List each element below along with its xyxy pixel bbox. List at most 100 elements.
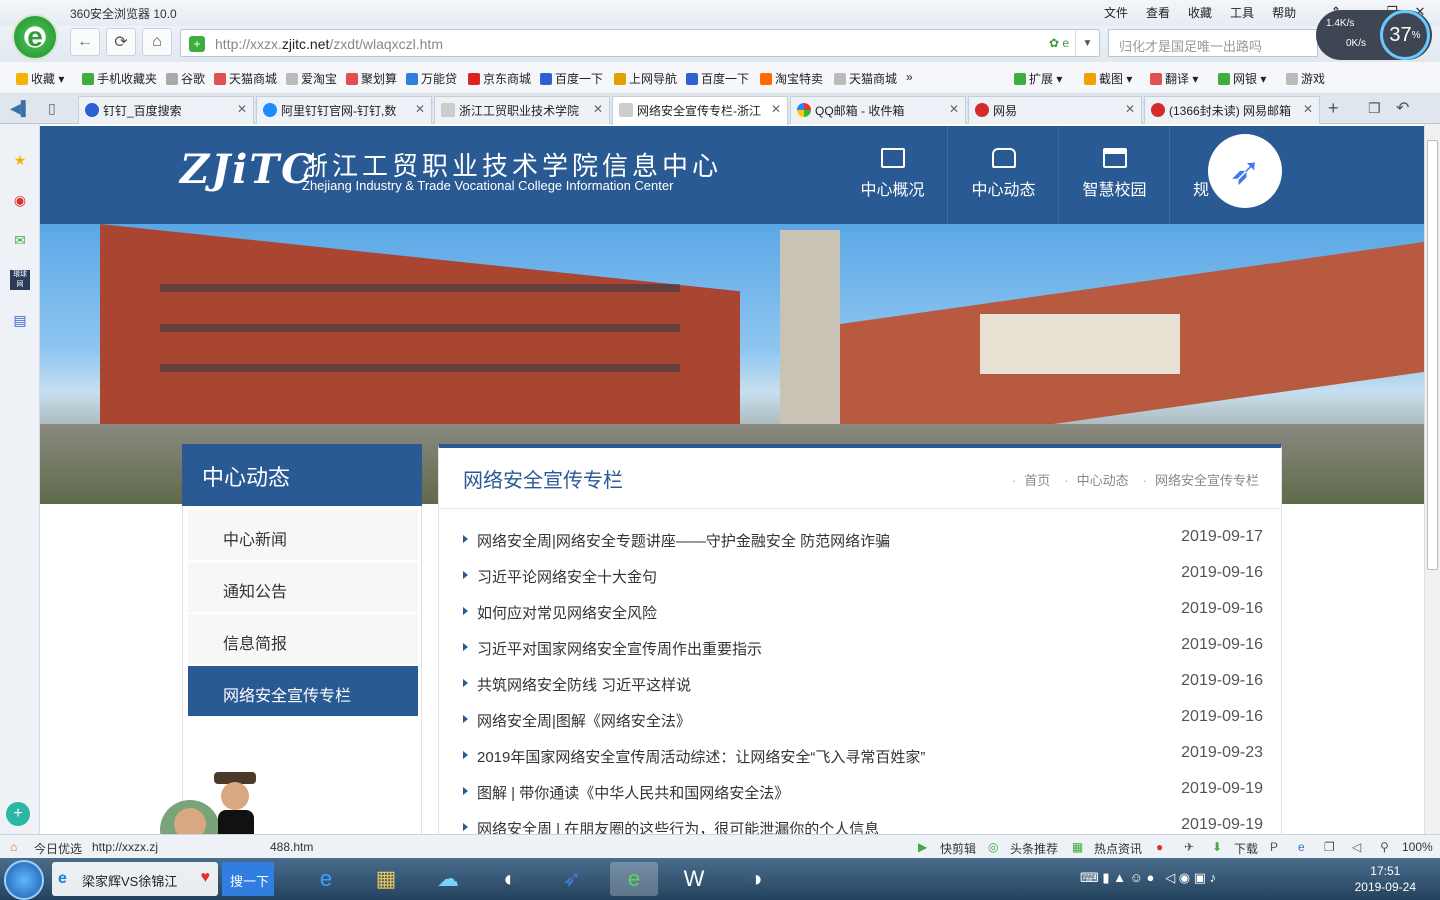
- dingtalk-taskbar-icon[interactable]: ➶: [548, 862, 596, 896]
- breadcrumb-news[interactable]: 中心动态: [1064, 470, 1129, 489]
- toolbar-screenshot[interactable]: 截图 ▾: [1084, 70, 1132, 87]
- address-bar[interactable]: + http://xxzx.zjitc.net/zxdt/wlaqxczl.ht…: [180, 29, 1100, 57]
- system-tray[interactable]: ⌨ ▮ ▲ ☺ ● ◁ ◉ ▣ ♪: [1080, 870, 1216, 886]
- article-row[interactable]: 网络安全周 | 在朋友圈的这些行为，很可能泄漏你的个人信息 2019-09-19: [463, 816, 1263, 834]
- tab-close-icon[interactable]: ✕: [415, 102, 425, 116]
- nav-news[interactable]: 中心动态: [949, 126, 1059, 224]
- page-scrollbar[interactable]: [1424, 124, 1440, 834]
- article-row[interactable]: 习近平对国家网络安全宣传周作出重要指示 2019-09-16: [463, 636, 1263, 660]
- left-nav-briefings[interactable]: 信息简报: [188, 614, 418, 664]
- dingtalk-floating-icon[interactable]: ➶: [1208, 134, 1282, 208]
- bookmark-hao123[interactable]: 上网导航: [614, 70, 677, 87]
- search-box[interactable]: 归化才是国足唯一出路吗: [1108, 29, 1318, 57]
- bookmark-google[interactable]: 谷歌: [166, 70, 205, 87]
- left-nav-cyber-security[interactable]: 网络安全宣传专栏: [188, 666, 418, 716]
- heart-icon[interactable]: ♥: [201, 869, 211, 887]
- tab-zjitc[interactable]: 浙江工贸职业技术学院 ✕: [434, 96, 610, 124]
- status-hot-news[interactable]: 热点资讯: [1094, 840, 1142, 857]
- menu-tools[interactable]: 工具: [1230, 4, 1254, 21]
- tab-close-icon[interactable]: ✕: [771, 102, 781, 116]
- tools-icon[interactable]: ✈: [1184, 840, 1194, 854]
- cut-icon[interactable]: P: [1270, 840, 1278, 854]
- breadcrumb-current[interactable]: 网络安全宣传专栏: [1143, 470, 1259, 489]
- zoom-level[interactable]: 100%: [1402, 840, 1433, 854]
- sidebar-toggle-icon[interactable]: ◀▌: [10, 100, 31, 117]
- mute-icon[interactable]: ◁: [1352, 840, 1361, 854]
- toolbar-extensions[interactable]: 扩展 ▾: [1014, 70, 1062, 87]
- download-icon[interactable]: ⬇: [1212, 840, 1222, 854]
- back-button[interactable]: ←: [70, 28, 100, 56]
- bookmark-wannengdai[interactable]: 万能贷: [406, 70, 457, 87]
- tab-list-icon[interactable]: ▯: [48, 100, 56, 117]
- menu-help[interactable]: 帮助: [1272, 4, 1296, 21]
- explorer-folder-icon[interactable]: ▦: [362, 862, 410, 896]
- tab-cyber-security[interactable]: 网络安全宣传专栏-浙江 ✕: [612, 96, 788, 125]
- bookmark-favorites[interactable]: 收藏 ▾: [16, 70, 64, 87]
- status-quick-edit[interactable]: 快剪辑: [940, 840, 976, 857]
- bookmark-jd[interactable]: 京东商城: [468, 70, 531, 87]
- ie-mode-icon[interactable]: e: [1298, 840, 1305, 854]
- tab-close-icon[interactable]: ✕: [949, 102, 959, 116]
- tab-close-icon[interactable]: ✕: [1125, 102, 1135, 116]
- network-speed-widget[interactable]: 1.4K/s 0K/s 37%: [1316, 10, 1432, 60]
- tab-netease-mail[interactable]: (1366封未读) 网易邮箱 ✕: [1144, 96, 1320, 124]
- bookmark-tmall[interactable]: 天猫商城: [214, 70, 277, 87]
- url-dropdown-icon[interactable]: ▼: [1075, 30, 1099, 56]
- baidu-netdisk-icon[interactable]: ☁: [424, 862, 472, 896]
- weibo-icon[interactable]: ◉: [10, 190, 30, 210]
- home-button[interactable]: ⌂: [142, 28, 172, 56]
- word-doc-icon[interactable]: ▤: [10, 310, 30, 330]
- tab-netease[interactable]: 网易 ✕: [968, 96, 1142, 124]
- quick-edit-icon[interactable]: ▶: [918, 840, 927, 854]
- url-status-icons[interactable]: ✿ e: [1049, 36, 1069, 50]
- article-row[interactable]: 如何应对常见网络安全风险 2019-09-16: [463, 600, 1263, 624]
- gift-icon[interactable]: ⌂: [10, 840, 17, 854]
- site-logo[interactable]: ZJiTC: [180, 146, 315, 193]
- bookmark-baidu-1[interactable]: 百度一下: [540, 70, 603, 87]
- menu-favorites[interactable]: 收藏: [1188, 4, 1212, 21]
- bookmark-baidu-2[interactable]: 百度一下: [686, 70, 749, 87]
- left-nav-notices[interactable]: 通知公告: [188, 562, 418, 612]
- word-taskbar-icon[interactable]: W: [670, 862, 718, 896]
- article-row[interactable]: 图解 | 带你通读《中华人民共和国网络安全法》 2019-09-19: [463, 780, 1263, 804]
- new-tab-button[interactable]: +: [1328, 98, 1339, 119]
- refresh-button[interactable]: ⟳: [106, 28, 136, 56]
- tab-close-icon[interactable]: ✕: [237, 102, 247, 116]
- bookmarks-more-icon[interactable]: »: [906, 70, 913, 84]
- bookmark-tmall-2[interactable]: 天猫商城: [834, 70, 897, 87]
- bookmark-aitaobao[interactable]: 爱淘宝: [286, 70, 337, 87]
- toolbar-translate[interactable]: 翻译 ▾: [1150, 70, 1198, 87]
- article-row[interactable]: 网络安全周|图解《网络安全法》 2019-09-16: [463, 708, 1263, 732]
- window-icon[interactable]: ❐: [1324, 840, 1335, 854]
- article-row[interactable]: 2019年国家网络安全宣传周活动综述：让网络安全“飞入寻常百姓家” 2019-09…: [463, 744, 1263, 768]
- status-headlines[interactable]: 头条推荐: [1010, 840, 1058, 857]
- qq-browser-icon[interactable]: ◐: [486, 862, 534, 896]
- taskbar-search-item[interactable]: e 梁家辉VS徐锦江 ♥: [52, 862, 218, 896]
- tab-qqmail[interactable]: QQ邮箱 - 收件箱 ✕: [790, 96, 966, 124]
- menu-view[interactable]: 查看: [1146, 4, 1170, 21]
- zoom-icon[interactable]: ⚲: [1380, 840, 1389, 854]
- headline-icon[interactable]: ◎: [988, 840, 998, 854]
- breadcrumb-home[interactable]: 首页: [1012, 470, 1050, 489]
- article-row[interactable]: 习近平论网络安全十大金句 2019-09-16: [463, 564, 1263, 588]
- tab-dingding-baidu[interactable]: 钉钉_百度搜索 ✕: [78, 96, 254, 124]
- bookmark-juhuasuan[interactable]: 聚划算: [346, 70, 397, 87]
- system-clock[interactable]: 17:51 2019-09-24: [1355, 863, 1416, 895]
- status-download[interactable]: 下载: [1234, 840, 1258, 857]
- menu-file[interactable]: 文件: [1104, 4, 1128, 21]
- taskbar-search-button[interactable]: 搜一下: [222, 862, 274, 896]
- global-times-icon[interactable]: 環球网: [10, 270, 30, 290]
- tab-close-icon[interactable]: ✕: [593, 102, 603, 116]
- floating-plus-icon[interactable]: +: [6, 802, 30, 826]
- bookmark-mobile[interactable]: 手机收藏夹: [82, 70, 157, 87]
- hot-news-icon[interactable]: ▦: [1072, 840, 1083, 854]
- favorites-star-icon[interactable]: ★: [10, 150, 30, 170]
- nav-overview[interactable]: 中心概况: [838, 126, 948, 224]
- bookmark-taobao-sale[interactable]: 淘宝特卖: [760, 70, 823, 87]
- article-row[interactable]: 网络安全周|网络安全专题讲座——守护金融安全 防范网络诈骗 2019-09-17: [463, 528, 1263, 552]
- toolbar-ebank[interactable]: 网银 ▾: [1218, 70, 1266, 87]
- today-picks[interactable]: 今日优选: [34, 840, 82, 857]
- tab-restore-icon[interactable]: ❐: [1368, 100, 1381, 117]
- scrollbar-thumb[interactable]: [1427, 140, 1438, 570]
- 360-browser-taskbar-icon[interactable]: e: [610, 862, 658, 896]
